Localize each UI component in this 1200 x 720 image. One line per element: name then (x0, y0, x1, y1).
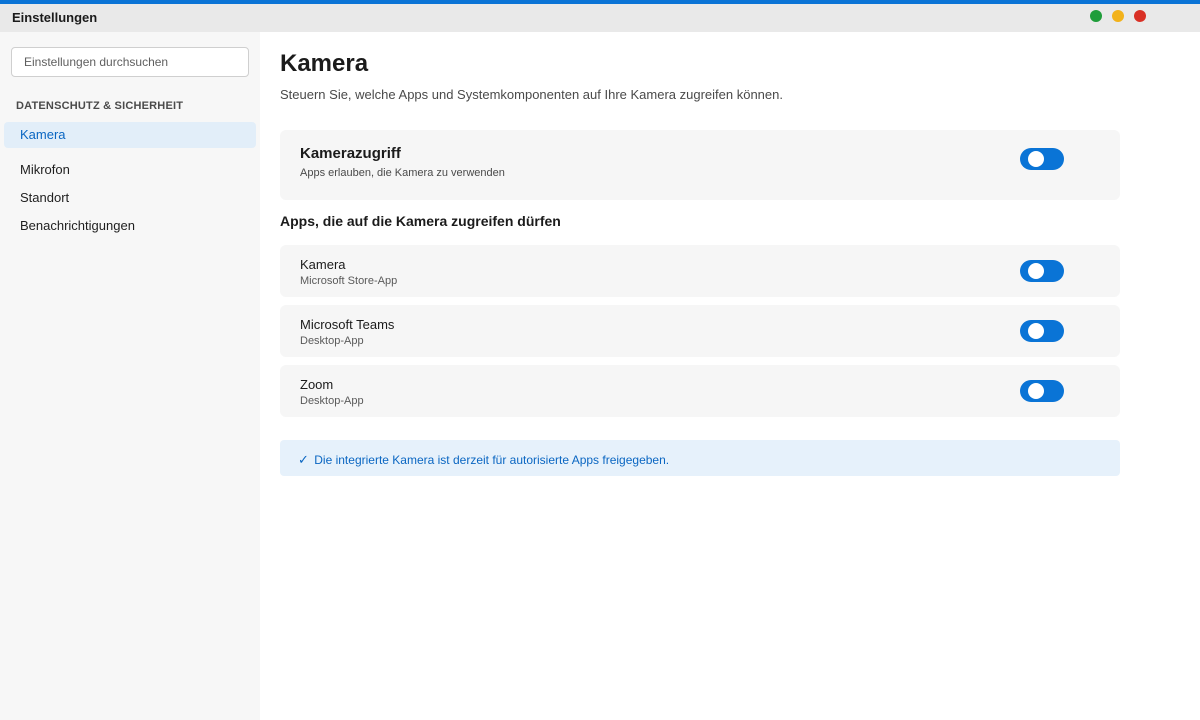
toggle-knob (1028, 323, 1044, 339)
camera-access-toggle[interactable] (1020, 148, 1064, 170)
title-bar: Einstellungen (0, 4, 1200, 32)
window-title: Einstellungen (12, 10, 98, 25)
app-type: Microsoft Store-App (300, 275, 398, 287)
sidebar-item-mikrofon[interactable]: Mikrofon (4, 157, 256, 183)
app-toggle-microsoft-teams[interactable] (1020, 320, 1064, 342)
app-toggle-zoom[interactable] (1020, 380, 1064, 402)
info-banner: ✓ Die integrierte Kamera ist derzeit für… (280, 440, 1120, 476)
sidebar: DATENSCHUTZ & SICHERHEIT Kamera Mikrofon… (0, 32, 260, 720)
camera-access-title: Kamerazugriff (300, 145, 401, 162)
app-name: Zoom (300, 377, 334, 392)
page-subtitle: Steuern Sie, welche Apps und Systemkompo… (280, 87, 783, 102)
settings-search-input[interactable] (11, 47, 249, 77)
info-banner-message: Die integrierte Kamera ist derzeit für a… (314, 453, 670, 467)
app-name: Microsoft Teams (300, 317, 395, 332)
minimize-button[interactable] (1112, 10, 1124, 22)
app-type: Desktop-App (300, 395, 364, 407)
toggle-knob (1028, 383, 1044, 399)
toggle-knob (1028, 263, 1044, 279)
app-row-microsoft-teams: Microsoft Teams Desktop-App (280, 305, 1120, 357)
check-icon: ✓ (298, 452, 309, 467)
sidebar-item-kamera[interactable]: Kamera (4, 122, 256, 148)
sidebar-item-benachrichtigungen[interactable]: Benachrichtigungen (4, 213, 256, 239)
app-type: Desktop-App (300, 335, 364, 347)
close-button[interactable] (1134, 10, 1146, 22)
app-row-kamera: Kamera Microsoft Store-App (280, 245, 1120, 297)
app-name: Kamera (300, 257, 346, 272)
camera-access-description: Apps erlauben, die Kamera zu verwenden (300, 167, 505, 179)
sidebar-item-standort[interactable]: Standort (4, 185, 256, 211)
info-banner-text: ✓ Die integrierte Kamera ist derzeit für… (298, 452, 669, 468)
app-row-zoom: Zoom Desktop-App (280, 365, 1120, 417)
toggle-knob (1028, 151, 1044, 167)
maximize-button[interactable] (1090, 10, 1102, 22)
camera-access-card: Kamerazugriff Apps erlauben, die Kamera … (280, 130, 1120, 200)
app-toggle-kamera[interactable] (1020, 260, 1064, 282)
page-title: Kamera (280, 50, 369, 77)
main-content: Kamera Steuern Sie, welche Apps und Syst… (260, 32, 1200, 720)
apps-section-heading: Apps, die auf die Kamera zugreifen dürfe… (280, 213, 561, 229)
sidebar-section-label: DATENSCHUTZ & SICHERHEIT (16, 100, 184, 112)
